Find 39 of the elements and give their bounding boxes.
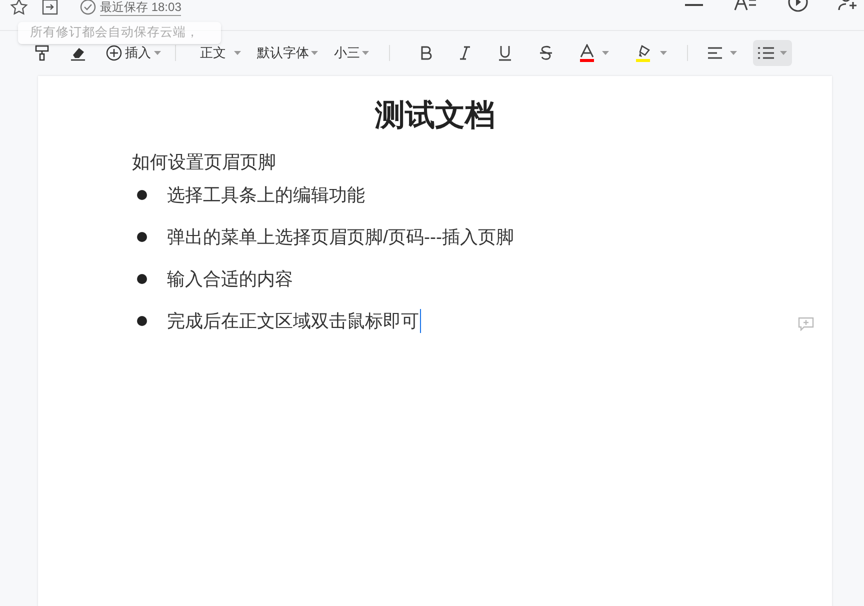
list-item-text: 输入合适的内容	[167, 268, 293, 291]
caret-icon	[362, 51, 369, 55]
plus-circle-icon	[106, 45, 122, 61]
font-dropdown[interactable]: 默认字体	[257, 43, 318, 63]
document-title: 测试文档	[375, 98, 495, 134]
align-left-icon[interactable]	[708, 47, 722, 59]
text-cursor	[420, 309, 421, 333]
paragraph-text: 如何设置页眉页脚	[132, 152, 276, 172]
caret-icon	[154, 51, 161, 55]
italic-icon[interactable]	[459, 46, 471, 60]
eraser-icon[interactable]	[70, 45, 86, 61]
export-icon[interactable]	[42, 0, 58, 14]
bullet-list-button[interactable]	[753, 40, 792, 66]
caret-icon	[311, 51, 318, 55]
bullet-icon	[137, 274, 147, 284]
tooltip-text: 所有修订都会自动保存云端，	[30, 24, 200, 41]
bullet-icon	[137, 232, 147, 242]
caret-icon	[234, 51, 241, 55]
paragraph-style-dropdown[interactable]: 正文	[200, 43, 241, 63]
bold-icon[interactable]	[420, 46, 432, 60]
font-size-dropdown[interactable]: 小三	[334, 43, 369, 63]
list-item-text: 弹出的菜单上选择页眉页脚/页码---插入页脚	[167, 226, 514, 249]
underline-icon[interactable]	[498, 45, 512, 61]
bullet-icon	[137, 316, 147, 326]
caret-icon[interactable]	[730, 51, 737, 55]
caret-icon	[780, 51, 787, 55]
star-icon[interactable]	[10, 0, 28, 16]
insert-button[interactable]: 插入	[106, 43, 161, 63]
list-item-text: 选择工具条上的编辑功能	[167, 184, 365, 207]
format-painter-icon[interactable]	[34, 45, 50, 61]
caret-icon[interactable]	[602, 51, 609, 55]
highlighter-icon[interactable]	[636, 44, 652, 62]
font-color-icon[interactable]	[580, 44, 594, 62]
caret-icon[interactable]	[660, 51, 667, 55]
bullet-icon	[137, 190, 147, 200]
list-item-text: 完成后在正文区域双击鼠标即可	[167, 310, 419, 333]
save-status-link[interactable]: 最近保存 18:03	[100, 0, 182, 16]
bullet-list-icon	[758, 47, 774, 59]
strikethrough-icon[interactable]	[539, 45, 553, 61]
